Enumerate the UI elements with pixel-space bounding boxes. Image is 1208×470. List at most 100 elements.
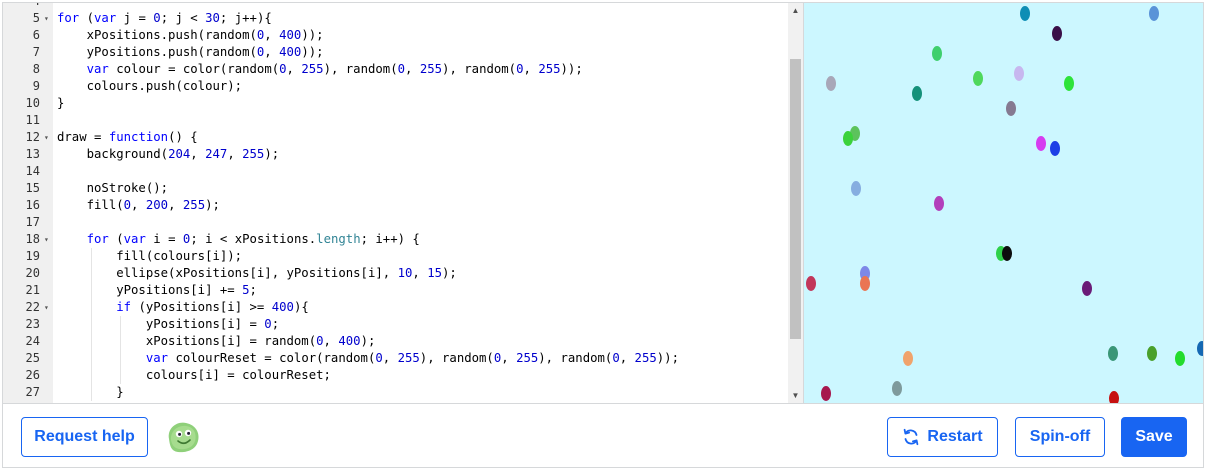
code-line[interactable]: 12 ▾ draw = function() { xyxy=(3,129,789,146)
falling-drop xyxy=(1109,390,1119,403)
line-number: 27 xyxy=(25,385,40,399)
line-number: 14 xyxy=(25,164,40,178)
code-line[interactable]: 23 yPositions[i] = 0; xyxy=(3,316,789,333)
line-number: 13 xyxy=(25,147,40,161)
code-text[interactable]: xPositions.push(random(0, 400)); xyxy=(57,27,324,44)
line-number: 24 xyxy=(25,334,40,348)
line-number: 23 xyxy=(25,317,40,331)
bottom-toolbar: Request help Restart Spin-off Save xyxy=(3,403,1203,467)
output-canvas[interactable] xyxy=(803,3,1203,403)
code-line[interactable]: 22 ▾ if (yPositions[i] >= 400){ xyxy=(3,299,789,316)
falling-drop xyxy=(973,70,983,86)
falling-drop xyxy=(806,275,816,291)
scroll-up-arrow-icon[interactable]: ▲ xyxy=(788,3,803,18)
falling-drop xyxy=(860,275,870,291)
falling-drop xyxy=(821,385,831,401)
falling-drop xyxy=(1149,5,1159,21)
code-text[interactable]: var colour = color(random(0, 255), rando… xyxy=(57,61,583,78)
scrollbar-thumb[interactable] xyxy=(790,59,801,339)
falling-drop xyxy=(1064,75,1074,91)
code-line[interactable]: 7 yPositions.push(random(0, 400)); xyxy=(3,44,789,61)
code-line[interactable]: 9 colours.push(colour); xyxy=(3,78,789,95)
code-line[interactable]: 17 xyxy=(3,214,789,231)
line-number: 22 xyxy=(25,300,40,314)
code-lines[interactable]: 45▾for (var j = 0; j < 30; j++){6 xPosit… xyxy=(3,3,789,401)
falling-drop xyxy=(1082,280,1092,296)
code-text[interactable]: xPositions[i] = random(0, 400); xyxy=(57,333,376,350)
line-number: 15 xyxy=(25,181,40,195)
falling-drop xyxy=(851,180,861,196)
save-button[interactable]: Save xyxy=(1121,417,1187,457)
request-help-button[interactable]: Request help xyxy=(21,417,148,457)
code-text[interactable]: } xyxy=(57,384,123,401)
code-line[interactable]: 4 xyxy=(3,3,789,10)
code-text[interactable]: noStroke(); xyxy=(57,180,168,197)
code-text[interactable]: var colourReset = color(random(0, 255), … xyxy=(57,350,679,367)
code-line[interactable]: 24 xPositions[i] = random(0, 400); xyxy=(3,333,789,350)
code-line[interactable]: 19 fill(colours[i]); xyxy=(3,248,789,265)
falling-drop xyxy=(1006,100,1016,116)
code-text[interactable]: ellipse(xPositions[i], yPositions[i], 10… xyxy=(57,265,457,282)
refresh-icon xyxy=(904,428,919,446)
code-line[interactable]: 25 var colourReset = color(random(0, 255… xyxy=(3,350,789,367)
restart-button[interactable]: Restart xyxy=(887,417,998,457)
falling-drop xyxy=(892,380,902,396)
falling-drop xyxy=(1002,245,1012,261)
code-text[interactable]: yPositions[i] = 0; xyxy=(57,316,279,333)
line-number: 18 xyxy=(25,232,40,246)
code-text[interactable]: fill(0, 200, 255); xyxy=(57,197,220,214)
code-editor[interactable]: 45▾for (var j = 0; j < 30; j++){6 xPosit… xyxy=(3,3,803,403)
fold-arrow-icon[interactable]: ▾ xyxy=(44,129,49,146)
line-number: 17 xyxy=(25,215,40,229)
code-line[interactable]: 15 noStroke(); xyxy=(3,180,789,197)
falling-drop xyxy=(903,350,913,366)
code-line[interactable]: 16 fill(0, 200, 255); xyxy=(3,197,789,214)
falling-drop xyxy=(843,130,853,146)
falling-drop xyxy=(1036,135,1046,151)
line-number: 7 xyxy=(32,45,40,59)
fold-arrow-icon[interactable]: ▾ xyxy=(44,231,49,248)
code-line[interactable]: 13 background(204, 247, 255); xyxy=(3,146,789,163)
code-text[interactable]: yPositions.push(random(0, 400)); xyxy=(57,44,324,61)
restart-label: Restart xyxy=(927,428,983,445)
code-line[interactable]: 8 var colour = color(random(0, 255), ran… xyxy=(3,61,789,78)
code-line[interactable]: 21 yPositions[i] += 5; xyxy=(3,282,789,299)
scroll-down-arrow-icon[interactable]: ▼ xyxy=(788,388,803,403)
spin-off-button[interactable]: Spin-off xyxy=(1015,417,1105,457)
code-line[interactable]: 11 xyxy=(3,112,789,129)
code-text[interactable]: draw = function() { xyxy=(57,129,198,146)
falling-drop xyxy=(1014,65,1024,81)
falling-drop xyxy=(912,85,922,101)
code-line[interactable]: 27 } xyxy=(3,384,789,401)
code-line[interactable]: 20 ellipse(xPositions[i], yPositions[i],… xyxy=(3,265,789,282)
code-text[interactable]: for (var j = 0; j < 30; j++){ xyxy=(57,10,272,27)
code-line[interactable]: 5 ▾ for (var j = 0; j < 30; j++){ xyxy=(3,10,789,27)
code-text[interactable]: fill(colours[i]); xyxy=(57,248,242,265)
falling-drop xyxy=(934,195,944,211)
code-text[interactable]: yPositions[i] += 5; xyxy=(57,282,257,299)
green-blob-avatar xyxy=(168,422,199,453)
save-label: Save xyxy=(1135,428,1173,445)
falling-drop xyxy=(1052,25,1062,41)
code-line[interactable]: 26 colours[i] = colourReset; xyxy=(3,367,789,384)
code-line[interactable]: 6 xPositions.push(random(0, 400)); xyxy=(3,27,789,44)
line-number: 11 xyxy=(25,113,40,127)
code-text[interactable]: } xyxy=(57,95,64,112)
fold-arrow-icon[interactable]: ▾ xyxy=(44,10,49,27)
falling-drop xyxy=(932,45,942,61)
code-text[interactable]: if (yPositions[i] >= 400){ xyxy=(57,299,309,316)
falling-drop xyxy=(1175,350,1185,366)
line-number: 25 xyxy=(25,351,40,365)
code-line[interactable]: 14 xyxy=(3,163,789,180)
code-text[interactable]: colours.push(colour); xyxy=(57,78,242,95)
line-number: 4 xyxy=(3,3,40,10)
falling-drop xyxy=(1197,340,1203,356)
code-line[interactable]: 10} xyxy=(3,95,789,112)
code-text[interactable]: colours[i] = colourReset; xyxy=(57,367,331,384)
fold-arrow-icon[interactable]: ▾ xyxy=(44,299,49,316)
line-number: 16 xyxy=(25,198,40,212)
editor-scrollbar[interactable]: ▲ ▼ xyxy=(788,3,803,403)
code-text[interactable]: for (var i = 0; i < xPositions.length; i… xyxy=(57,231,420,248)
code-line[interactable]: 18 ▾ for (var i = 0; i < xPositions.lengt… xyxy=(3,231,789,248)
code-text[interactable]: background(204, 247, 255); xyxy=(57,146,280,163)
